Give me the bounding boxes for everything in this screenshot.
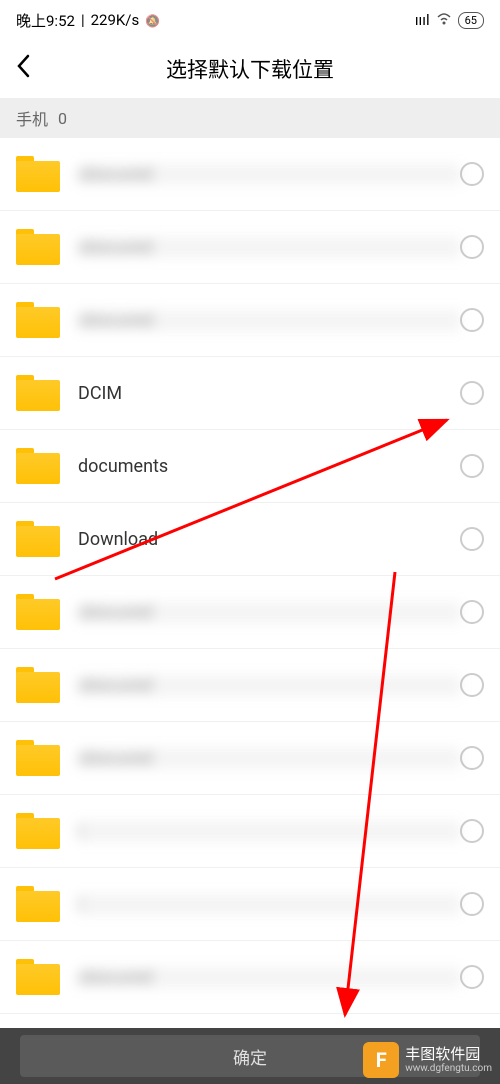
watermark: F 丰图软件园 www.dgfengtu.com bbox=[363, 1042, 492, 1078]
folder-item[interactable]: obscured bbox=[0, 941, 500, 1014]
folder-icon bbox=[16, 594, 60, 630]
folder-name: i bbox=[78, 821, 460, 842]
folder-item[interactable]: obscured bbox=[0, 211, 500, 284]
folder-icon bbox=[16, 959, 60, 995]
radio-select[interactable] bbox=[460, 965, 484, 989]
folder-name: obscured bbox=[78, 748, 460, 769]
folder-item[interactable]: DCIM bbox=[0, 357, 500, 430]
folder-item[interactable]: i bbox=[0, 795, 500, 868]
folder-item[interactable]: documents bbox=[0, 430, 500, 503]
folder-name: DCIM bbox=[78, 383, 460, 404]
folder-item[interactable]: Download bbox=[0, 503, 500, 576]
radio-select[interactable] bbox=[460, 673, 484, 697]
folder-name: obscured bbox=[78, 237, 460, 258]
folder-item[interactable]: obscured bbox=[0, 576, 500, 649]
watermark-url: www.dgfengtu.com bbox=[405, 1063, 492, 1074]
status-time: 晚上9:52 bbox=[16, 10, 75, 31]
folder-icon bbox=[16, 302, 60, 338]
folder-icon bbox=[16, 886, 60, 922]
radio-select[interactable] bbox=[460, 819, 484, 843]
status-speed: 229K/s bbox=[91, 11, 140, 29]
folder-item[interactable]: obscured bbox=[0, 649, 500, 722]
folder-icon bbox=[16, 156, 60, 192]
wifi-icon bbox=[436, 11, 452, 29]
page-header: 选择默认下载位置 bbox=[0, 40, 500, 98]
folder-icon bbox=[16, 521, 60, 557]
radio-select[interactable] bbox=[460, 162, 484, 186]
back-button[interactable] bbox=[16, 54, 46, 85]
folder-icon bbox=[16, 448, 60, 484]
signal-icon: ıııl bbox=[415, 11, 430, 29]
radio-select[interactable] bbox=[460, 381, 484, 405]
folder-name: Download bbox=[78, 529, 460, 550]
page-title: 选择默认下载位置 bbox=[166, 54, 334, 84]
radio-select[interactable] bbox=[460, 308, 484, 332]
folder-name: obscured. bbox=[78, 310, 460, 331]
radio-select[interactable] bbox=[460, 892, 484, 916]
folder-item[interactable]: i bbox=[0, 868, 500, 941]
radio-select[interactable] bbox=[460, 746, 484, 770]
folder-icon bbox=[16, 667, 60, 703]
breadcrumb-path: 0 bbox=[58, 109, 67, 128]
folder-name: documents bbox=[78, 456, 460, 477]
folder-icon bbox=[16, 229, 60, 265]
folder-name: obscured bbox=[78, 602, 460, 623]
folder-icon bbox=[16, 813, 60, 849]
radio-select[interactable] bbox=[460, 235, 484, 259]
folder-icon bbox=[16, 375, 60, 411]
mute-icon bbox=[145, 11, 160, 29]
folder-name: obscured bbox=[78, 967, 460, 988]
radio-select[interactable] bbox=[460, 527, 484, 551]
watermark-name: 丰图软件园 bbox=[405, 1046, 492, 1063]
folder-item[interactable]: obscured bbox=[0, 722, 500, 795]
folder-name: obscured bbox=[78, 675, 460, 696]
breadcrumb-root: 手机 bbox=[16, 106, 48, 130]
battery-level: 65 bbox=[458, 12, 484, 29]
folder-name: i bbox=[78, 894, 460, 915]
folder-name: obscured bbox=[78, 164, 460, 185]
folder-list[interactable]: obscured obscured obscured. DCIM documents Do… bbox=[0, 138, 500, 1028]
breadcrumb[interactable]: 手机 0 bbox=[0, 98, 500, 138]
folder-icon bbox=[16, 740, 60, 776]
radio-select[interactable] bbox=[460, 454, 484, 478]
watermark-logo: F bbox=[363, 1042, 399, 1078]
radio-select[interactable] bbox=[460, 600, 484, 624]
status-bar: 晚上9:52 | 229K/s ıııl 65 bbox=[0, 0, 500, 40]
folder-item[interactable]: obscured. bbox=[0, 284, 500, 357]
folder-item[interactable]: obscured bbox=[0, 138, 500, 211]
